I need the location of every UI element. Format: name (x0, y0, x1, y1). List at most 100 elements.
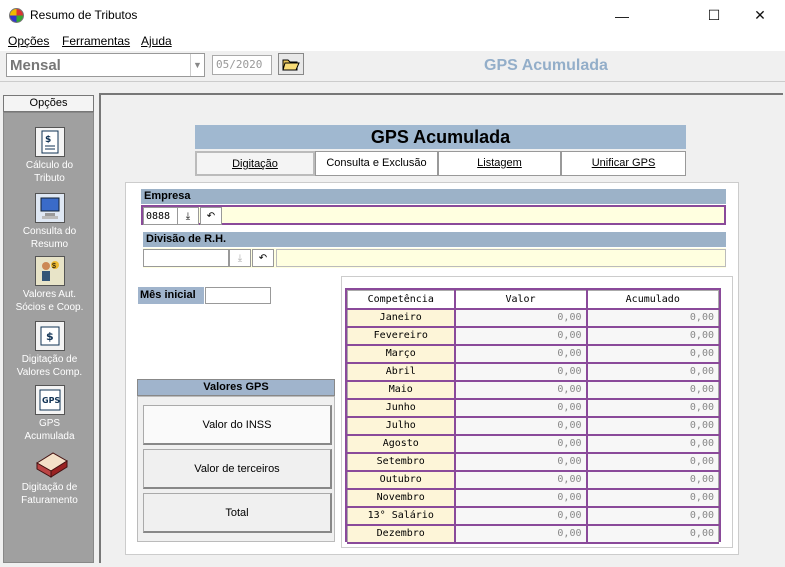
divisao-code-input[interactable] (143, 249, 229, 267)
sidebar-item-faturamento[interactable]: Digitação de Faturamento (4, 449, 95, 507)
row-acumulado: 0,00 (586, 506, 719, 525)
row-valor-input[interactable]: 0,00 (454, 488, 588, 507)
sidebar-item-label: Acumulada (24, 431, 75, 442)
row-acumulado: 0,00 (586, 344, 719, 363)
people-money-icon: $ (34, 256, 65, 286)
page-title: GPS Acumulada (195, 125, 686, 149)
table-row: Julho 0,00 0,00 (347, 416, 719, 435)
sidebar-item-label: Valores Comp. (16, 367, 83, 378)
sidebar-tab-opcoes[interactable]: Opções (3, 95, 94, 112)
sidebar-item-label: Digitação de (21, 354, 78, 365)
table-row: Janeiro 0,00 0,00 (347, 308, 719, 327)
row-month: Setembro (347, 452, 456, 471)
column-header-valor: Valor (454, 290, 588, 309)
row-valor-input[interactable]: 0,00 (454, 524, 588, 543)
close-button[interactable]: ✕ (737, 0, 783, 31)
empresa-row (141, 205, 726, 225)
sidebar-item-consulta[interactable]: Consulta do Resumo (4, 193, 95, 251)
menu-ferramentas[interactable]: Ferramentas (62, 34, 130, 48)
sidebar-item-label: GPS (38, 418, 61, 429)
valor-terceiros-button[interactable]: Valor de terceiros (143, 449, 332, 489)
total-button[interactable]: Total (143, 493, 332, 533)
undo-icon[interactable]: ↶ (200, 207, 222, 225)
table-row: Março 0,00 0,00 (347, 344, 719, 363)
table-row: Junho 0,00 0,00 (347, 398, 719, 417)
money-document-icon: $ (34, 321, 65, 351)
row-month: Maio (347, 380, 456, 399)
table-row: 13° Salário 0,00 0,00 (347, 506, 719, 525)
empresa-header: Empresa (141, 189, 726, 204)
menu-opcoes[interactable]: Opções (8, 34, 49, 48)
row-valor-input[interactable]: 0,00 (454, 416, 588, 435)
row-month: Junho (347, 398, 456, 417)
row-month: Janeiro (347, 308, 456, 327)
row-acumulado: 0,00 (586, 524, 719, 543)
period-type-value: Mensal (10, 57, 61, 74)
row-valor-input[interactable]: 0,00 (454, 344, 588, 363)
row-valor-input[interactable]: 0,00 (454, 308, 588, 327)
empresa-code-input[interactable]: 0888 (143, 207, 178, 225)
table-row: Dezembro 0,00 0,00 (347, 524, 719, 543)
row-valor-input[interactable]: 0,00 (454, 362, 588, 381)
row-month: Julho (347, 416, 456, 435)
open-folder-button[interactable] (278, 53, 304, 75)
divisao-header: Divisão de R.H. (143, 232, 726, 247)
sidebar-item-label: Valores Aut. (22, 289, 77, 300)
sidebar-item-gps-acumulada[interactable]: GPS GPS Acumulada (4, 385, 95, 443)
column-header-acumulado: Acumulado (586, 290, 719, 309)
row-acumulado: 0,00 (586, 308, 719, 327)
row-valor-input[interactable]: 0,00 (454, 452, 588, 471)
undo-icon[interactable]: ↶ (252, 249, 274, 267)
tax-document-icon: $ (34, 127, 65, 157)
sidebar-item-label: Sócios e Coop. (15, 302, 84, 313)
row-month: Outubro (347, 470, 456, 489)
tab-listagem[interactable]: Listagem (438, 151, 561, 176)
table-row: Maio 0,00 0,00 (347, 380, 719, 399)
row-valor-input[interactable]: 0,00 (454, 506, 588, 525)
row-month: Março (347, 344, 456, 363)
row-acumulado: 0,00 (586, 380, 719, 399)
date-input[interactable]: 05/2020 (212, 55, 272, 75)
row-month: Novembro (347, 488, 456, 507)
valor-inss-button[interactable]: Valor do INSS (143, 405, 332, 445)
row-acumulado: 0,00 (586, 488, 719, 507)
tab-unificar-gps[interactable]: Unificar GPS (561, 151, 686, 176)
divisao-name-field (276, 249, 726, 267)
row-valor-input[interactable]: 0,00 (454, 434, 588, 453)
sidebar-item-digitacao-valores[interactable]: $ Digitação de Valores Comp. (4, 321, 95, 379)
maximize-button[interactable]: ☐ (691, 0, 737, 31)
valores-gps-header: Valores GPS (137, 379, 335, 396)
sidebar-item-valores-aut[interactable]: $ Valores Aut. Sócios e Coop. (4, 256, 95, 314)
table-row: Fevereiro 0,00 0,00 (347, 326, 719, 345)
row-acumulado: 0,00 (586, 362, 719, 381)
mes-inicial-label: Mês inicial (138, 287, 204, 304)
minimize-button[interactable]: — (599, 0, 645, 31)
table-row: Agosto 0,00 0,00 (347, 434, 719, 453)
row-acumulado: 0,00 (586, 398, 719, 417)
sidebar-item-label: Cálculo do (25, 160, 74, 171)
download-icon[interactable]: ⤓ (229, 249, 251, 267)
sidebar-item-label: Faturamento (21, 495, 78, 506)
row-month: Agosto (347, 434, 456, 453)
menu-ajuda[interactable]: Ajuda (141, 34, 172, 48)
tab-digitacao[interactable]: Digitação (195, 151, 315, 176)
mes-inicial-input[interactable] (205, 287, 271, 304)
computer-icon (34, 193, 65, 223)
tab-consulta-exclusao[interactable]: Consulta e Exclusão (315, 151, 438, 176)
competencia-table: Competência Valor Acumulado Janeiro 0,00 0… (345, 288, 721, 543)
chevron-down-icon[interactable]: ▼ (190, 54, 204, 76)
row-valor-input[interactable]: 0,00 (454, 398, 588, 417)
row-month: Fevereiro (347, 326, 456, 345)
row-valor-input[interactable]: 0,00 (454, 326, 588, 345)
sidebar-item-label: Resumo (30, 239, 69, 250)
svg-text:$: $ (52, 263, 56, 270)
download-icon[interactable]: ⤓ (177, 207, 199, 225)
row-month: Dezembro (347, 524, 456, 543)
table-row: Outubro 0,00 0,00 (347, 470, 719, 489)
folder-open-icon (282, 59, 300, 71)
sidebar-item-calculo[interactable]: $ Cálculo do Tributo (4, 127, 95, 185)
column-header-competencia: Competência (347, 290, 456, 309)
row-valor-input[interactable]: 0,00 (454, 380, 588, 399)
valores-gps-panel: Valor do INSS Valor de terceiros Total (137, 396, 335, 542)
row-valor-input[interactable]: 0,00 (454, 470, 588, 489)
